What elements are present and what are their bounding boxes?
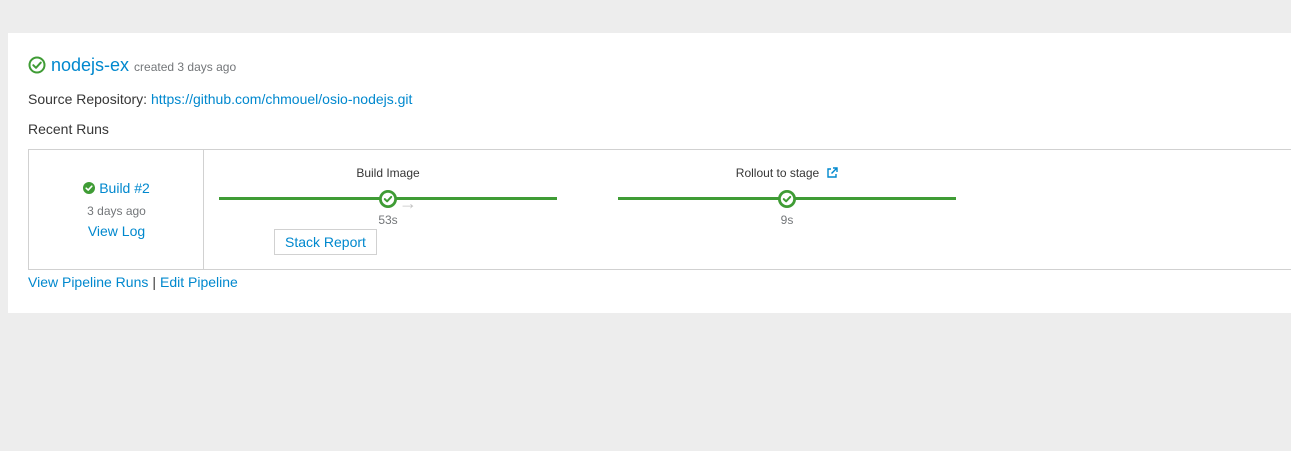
stack-report-button[interactable]: Stack Report — [274, 229, 377, 255]
check-circle-icon — [28, 56, 46, 73]
stage-name: Rollout to stage — [618, 166, 956, 180]
source-repository-link[interactable]: https://github.com/chmouel/osio-nodejs.g… — [151, 91, 412, 107]
view-log-link[interactable]: View Log — [29, 223, 204, 239]
stage-name: Build Image — [219, 166, 557, 180]
build-number-link[interactable]: Build #2 — [99, 180, 150, 196]
stage-build-image: Build Image 53s Stack Report — [219, 150, 557, 269]
build-status-line: Build #2 — [29, 180, 204, 196]
check-circle-icon — [83, 182, 96, 194]
stage-duration: 53s — [378, 213, 398, 227]
stage-name-text: Rollout to stage — [735, 166, 820, 180]
build-summary: Build #2 3 days ago View Log — [29, 150, 204, 269]
pipeline-run-row: Build #2 3 days ago View Log Build Image… — [28, 149, 1291, 270]
source-repository-row: Source Repository: https://github.com/ch… — [28, 91, 412, 107]
pipeline-created-time: created 3 days ago — [134, 60, 237, 74]
pipeline-footer-links: View Pipeline Runs | Edit Pipeline — [28, 274, 238, 290]
check-circle-icon — [379, 190, 397, 208]
external-link-icon[interactable] — [826, 167, 838, 179]
check-circle-icon — [778, 190, 796, 208]
view-pipeline-runs-link[interactable]: View Pipeline Runs — [28, 274, 148, 290]
arrow-right-icon: → — [399, 193, 417, 213]
stage-rollout-to-stage: Rollout to stage 9s — [618, 150, 956, 269]
link-separator: | — [152, 274, 157, 290]
stage-name-text: Build Image — [356, 166, 420, 180]
edit-pipeline-link[interactable]: Edit Pipeline — [160, 274, 238, 290]
stage-duration: 9s — [780, 213, 794, 227]
build-time: 3 days ago — [87, 204, 146, 218]
pipeline-name-link[interactable]: nodejs-ex — [51, 55, 129, 76]
pipeline-title-row: nodejs-ex created 3 days ago — [28, 55, 236, 76]
source-repository-label: Source Repository: — [28, 91, 148, 107]
recent-runs-heading: Recent Runs — [28, 121, 109, 137]
pipeline-card: nodejs-ex created 3 days ago Source Repo… — [8, 33, 1291, 313]
